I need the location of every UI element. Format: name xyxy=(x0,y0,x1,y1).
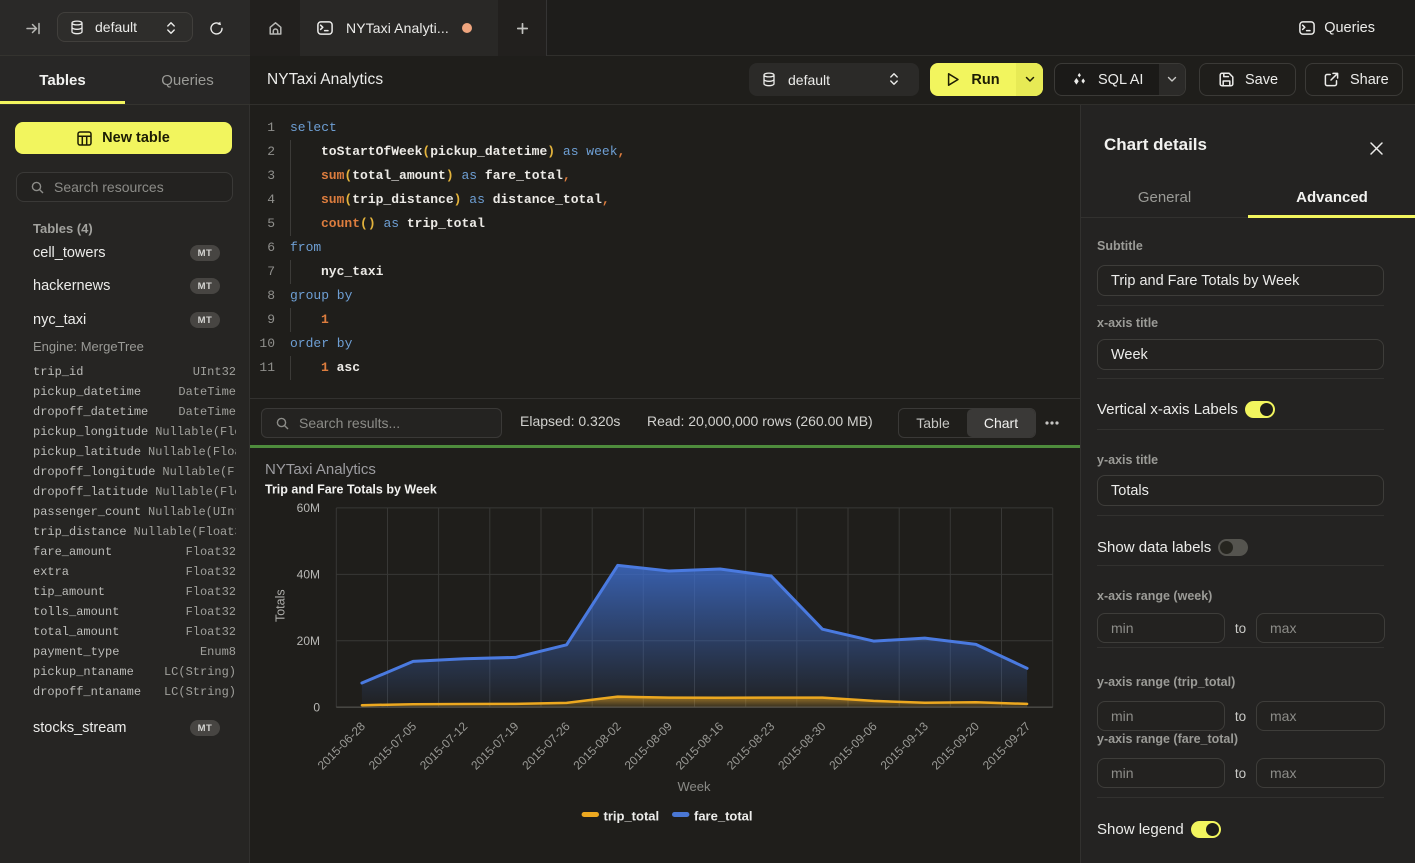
svg-text:fare_total: fare_total xyxy=(694,809,753,824)
svg-text:2015-06-28: 2015-06-28 xyxy=(315,719,369,773)
svg-text:40M: 40M xyxy=(297,568,320,582)
svg-text:Week: Week xyxy=(678,779,711,794)
svg-text:2015-09-27: 2015-09-27 xyxy=(980,719,1034,773)
svg-text:NYTaxi Analytics: NYTaxi Analytics xyxy=(265,461,376,478)
svg-text:2015-08-23: 2015-08-23 xyxy=(724,719,778,773)
svg-text:2015-07-26: 2015-07-26 xyxy=(519,719,573,773)
svg-text:60M: 60M xyxy=(297,501,320,515)
svg-text:2015-09-13: 2015-09-13 xyxy=(878,719,932,773)
svg-text:0: 0 xyxy=(313,700,320,714)
svg-text:2015-09-20: 2015-09-20 xyxy=(929,719,983,773)
svg-text:Trip and Fare Totals by Week: Trip and Fare Totals by Week xyxy=(265,483,437,497)
svg-text:20M: 20M xyxy=(297,634,320,648)
svg-text:2015-08-16: 2015-08-16 xyxy=(673,719,727,773)
svg-text:2015-07-12: 2015-07-12 xyxy=(417,719,471,773)
svg-text:2015-08-30: 2015-08-30 xyxy=(775,719,829,773)
svg-text:trip_total: trip_total xyxy=(604,809,660,824)
svg-text:2015-09-06: 2015-09-06 xyxy=(826,719,880,773)
svg-text:2015-08-02: 2015-08-02 xyxy=(571,719,625,773)
svg-text:2015-07-19: 2015-07-19 xyxy=(468,719,522,773)
svg-text:Totals: Totals xyxy=(274,589,288,622)
svg-text:2015-07-05: 2015-07-05 xyxy=(366,719,420,773)
svg-text:2015-08-09: 2015-08-09 xyxy=(622,719,676,773)
